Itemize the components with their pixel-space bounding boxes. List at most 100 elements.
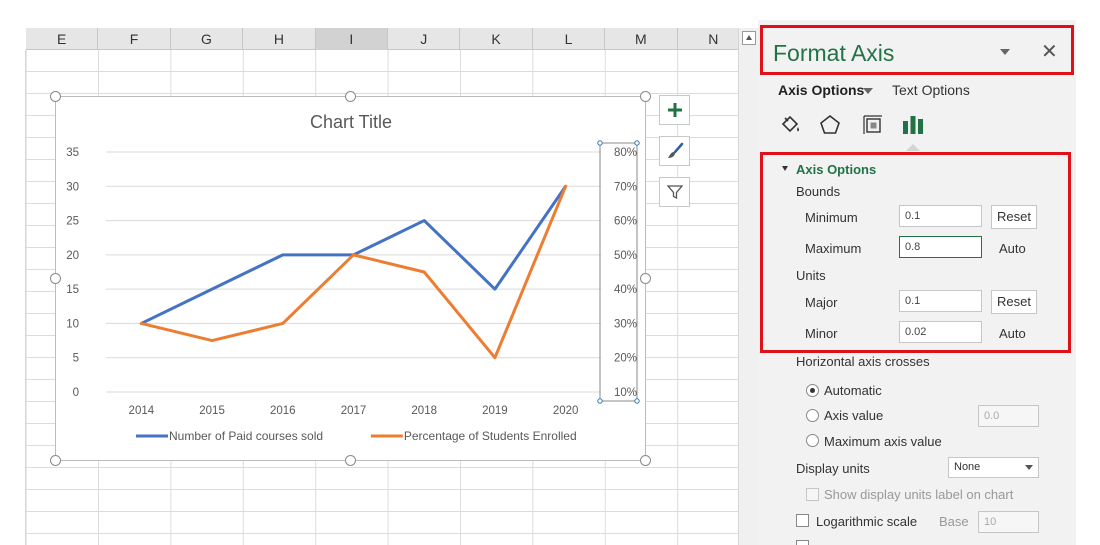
maximum-axis-value-radio[interactable] (806, 434, 819, 447)
logarithmic-scale-checkbox[interactable] (796, 514, 809, 527)
column-header-h[interactable]: H (243, 28, 316, 50)
chart-area[interactable]: Chart Title 0 5 10 15 20 25 30 35 10% 20% 30% 40% 50%… (55, 96, 646, 461)
axis-value-label[interactable]: Axis value (824, 408, 883, 423)
x-tick-label: 2019 (482, 405, 508, 417)
secondary-y-tick-label: 10% (614, 387, 637, 399)
major-label: Major (805, 295, 838, 310)
column-header-i[interactable]: I (315, 28, 388, 50)
size-properties-button[interactable] (860, 112, 886, 138)
funnel-icon (666, 185, 683, 200)
show-units-label-checkbox[interactable] (806, 488, 819, 501)
column-header-k[interactable]: K (460, 28, 533, 50)
axis-options-button[interactable] (900, 112, 926, 138)
close-icon[interactable]: ✕ (1041, 40, 1058, 64)
pane-scroll-gutter (1076, 20, 1100, 545)
column-header-f[interactable]: F (98, 28, 171, 50)
section-title-axis-options[interactable]: Axis Options (796, 162, 876, 177)
fill-line-icon (781, 115, 799, 133)
legend-entry: Percentage of Students Enrolled (404, 429, 577, 443)
show-units-label-text: Show display units label on chart (824, 487, 1014, 502)
values-reverse-order-checkbox[interactable] (796, 540, 809, 545)
chart-resize-handle[interactable] (50, 273, 61, 284)
column-header-bar: EFGHIJKLMN (26, 28, 738, 50)
column-header-n[interactable]: N (678, 28, 738, 50)
brush-icon (667, 142, 683, 158)
secondary-y-tick-label: 30% (614, 318, 637, 330)
primary-y-tick-label: 25 (66, 216, 79, 228)
minimum-reset-button[interactable]: Reset (991, 205, 1037, 229)
chart-resize-handle[interactable] (640, 455, 651, 466)
units-label: Units (796, 268, 826, 283)
chart-resize-handle[interactable] (50, 91, 61, 102)
display-units-select[interactable]: None (948, 457, 1039, 478)
chevron-down-icon[interactable] (863, 88, 873, 94)
chart-elements-button[interactable] (659, 95, 690, 125)
maximum-axis-value-label[interactable]: Maximum axis value (824, 434, 942, 449)
automatic-radio[interactable] (806, 384, 819, 397)
primary-y-tick-label: 15 (66, 284, 79, 296)
minor-input[interactable]: 0.02 (899, 321, 982, 343)
axis-options-bars-icon (903, 116, 923, 134)
x-tick-label: 2014 (129, 405, 155, 417)
maximum-input[interactable]: 0.8 (899, 236, 982, 258)
scroll-up-arrow-icon[interactable] (742, 31, 756, 45)
chevron-down-icon[interactable] (1000, 49, 1010, 55)
column-header-g[interactable]: G (171, 28, 244, 50)
maximum-label: Maximum (805, 241, 862, 256)
primary-y-tick-label: 30 (66, 181, 79, 193)
minor-auto-label: Auto (999, 326, 1026, 341)
x-tick-label: 2017 (341, 405, 367, 417)
legend-entry: Number of Paid courses sold (169, 429, 323, 443)
effects-button[interactable] (817, 112, 843, 138)
fill-line-button[interactable] (777, 112, 803, 138)
chart-svg: Chart Title 0 5 10 15 20 25 30 35 10% 20% 30% 40% 50%… (66, 112, 640, 443)
base-input[interactable]: 10 (978, 511, 1039, 533)
x-tick-label: 2016 (270, 405, 296, 417)
axis-value-input[interactable]: 0.0 (978, 405, 1039, 427)
automatic-label[interactable]: Automatic (824, 383, 882, 398)
major-reset-button[interactable]: Reset (991, 290, 1037, 314)
minimum-input[interactable]: 0.1 (899, 205, 982, 227)
chart-resize-handle[interactable] (50, 455, 61, 466)
axis-selection-handle (634, 140, 640, 146)
format-axis-pane: Format Axis ✕ Axis Options Text Options (758, 20, 1076, 545)
selected-category-pointer (906, 144, 920, 151)
primary-y-tick-label: 20 (66, 250, 79, 262)
effects-pentagon-icon (820, 114, 840, 134)
primary-y-tick-label: 10 (66, 318, 79, 330)
row-header-strip (0, 50, 26, 545)
chart-resize-handle[interactable] (640, 91, 651, 102)
display-units-value: None (954, 461, 981, 473)
vertical-scrollbar[interactable] (738, 28, 758, 545)
axis-selection-handle (597, 398, 603, 404)
chart-title: Chart Title (310, 112, 392, 132)
bounds-label: Bounds (796, 184, 841, 199)
tab-text-options[interactable]: Text Options (892, 82, 970, 98)
chart-filters-button[interactable] (659, 177, 690, 207)
logarithmic-scale-label[interactable]: Logarithmic scale (816, 514, 917, 529)
primary-y-tick-label: 35 (66, 147, 79, 159)
axis-selection-handle (597, 140, 603, 146)
chart-styles-button[interactable] (659, 136, 690, 166)
secondary-y-tick-label: 40% (614, 284, 637, 296)
primary-y-tick-label: 0 (73, 387, 79, 399)
axis-selection-handle (634, 398, 640, 404)
major-input[interactable]: 0.1 (899, 290, 982, 312)
collapse-triangle-icon[interactable] (782, 166, 788, 171)
axis-value-radio[interactable] (806, 409, 819, 422)
secondary-y-tick-label: 60% (614, 216, 637, 228)
column-header-e[interactable]: E (26, 28, 99, 50)
column-header-m[interactable]: M (605, 28, 678, 50)
column-header-j[interactable]: J (388, 28, 461, 50)
secondary-y-tick-label: 80% (614, 147, 637, 159)
chart-resize-handle[interactable] (345, 455, 356, 466)
series-line (139, 184, 568, 360)
tab-axis-options[interactable]: Axis Options (778, 82, 864, 98)
chart-resize-handle[interactable] (640, 273, 651, 284)
x-tick-label: 2020 (553, 405, 579, 417)
size-properties-icon (863, 115, 882, 134)
minor-label: Minor (805, 326, 838, 341)
column-header-l[interactable]: L (533, 28, 606, 50)
chart-resize-handle[interactable] (345, 91, 356, 102)
primary-y-tick-label: 5 (73, 353, 79, 365)
